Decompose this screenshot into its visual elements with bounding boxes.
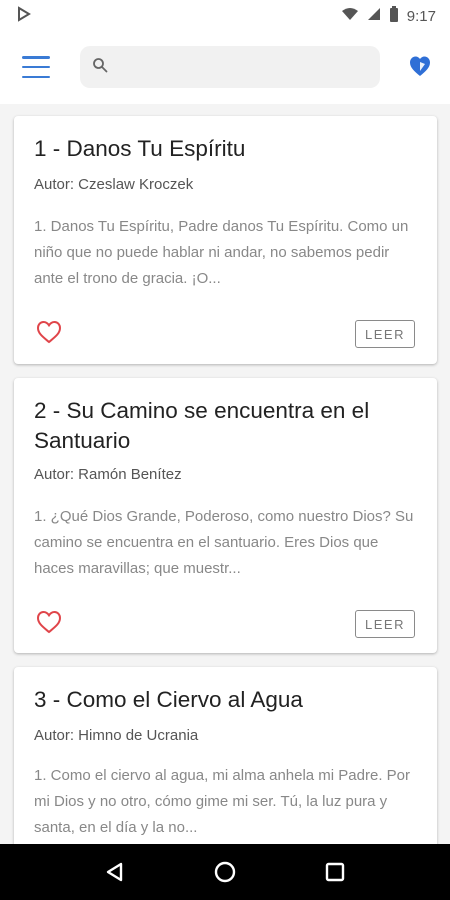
status-bar: 9:17 (0, 0, 450, 32)
status-right: 9:17 (341, 5, 436, 27)
toolbar (0, 32, 450, 104)
song-card[interactable]: 3 - Como el Ciervo al Agua Autor: Himno … (14, 667, 437, 844)
recents-icon[interactable] (315, 852, 355, 892)
song-excerpt: 1. Danos Tu Espíritu, Padre danos Tu Esp… (34, 218, 409, 287)
search-input[interactable] (118, 58, 358, 76)
song-author: Autor: Himno de Ucrania (34, 727, 199, 744)
song-excerpt: 1. Como el ciervo al agua, mi alma anhel… (34, 767, 411, 836)
status-left (16, 5, 32, 27)
song-excerpt: 1. ¿Qué Dios Grande, Poderoso, como nues… (34, 508, 414, 577)
status-time: 9:17 (406, 7, 436, 25)
read-button[interactable]: LEER (355, 610, 415, 638)
song-author: Autor: Czeslaw Kroczek (34, 176, 194, 193)
search-box[interactable] (80, 46, 380, 88)
navigation-bar (0, 844, 450, 900)
song-card[interactable]: 1 - Danos Tu Espíritu Autor: Czeslaw Kro… (14, 116, 437, 364)
battery-icon (389, 5, 399, 27)
song-title: 2 - Su Camino se encuentra en el Santuar… (34, 398, 370, 453)
song-title: 3 - Como el Ciervo al Agua (34, 687, 303, 712)
back-icon[interactable] (95, 852, 135, 892)
song-author: Autor: Ramón Benítez (34, 466, 182, 483)
home-icon[interactable] (205, 852, 245, 892)
song-card[interactable]: 2 - Su Camino se encuentra en el Santuar… (14, 378, 437, 653)
wifi-icon (341, 7, 359, 26)
cell-signal-icon (367, 7, 381, 26)
menu-icon[interactable] (22, 56, 50, 78)
song-title: 1 - Danos Tu Espíritu (34, 136, 246, 161)
search-icon (92, 57, 108, 78)
favorite-heart-icon[interactable] (36, 320, 62, 349)
play-store-notification-icon (16, 5, 32, 27)
favorite-heart-icon[interactable] (36, 610, 62, 639)
read-button[interactable]: LEER (355, 320, 415, 348)
favorites-heart-shield-icon[interactable] (408, 54, 432, 83)
song-list: 1 - Danos Tu Espíritu Autor: Czeslaw Kro… (0, 104, 450, 844)
